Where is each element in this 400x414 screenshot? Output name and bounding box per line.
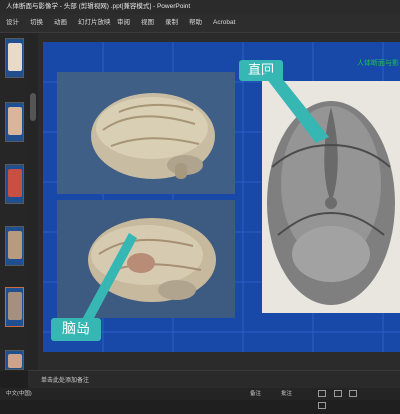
notes-placeholder[interactable]: 单击此处添加备注	[41, 375, 89, 384]
thumbnail-scrollbar[interactable]	[28, 33, 38, 370]
comments-button[interactable]: 批注	[281, 388, 292, 400]
slide-sorter-icon[interactable]	[333, 390, 342, 397]
window-title: 人体断面与影像学 - 头部 (剪辑视网) .ppt[兼容模式] - PowerP…	[6, 3, 191, 10]
normal-view-icon[interactable]	[318, 390, 326, 397]
tab-transitions[interactable]: 切换	[30, 14, 43, 32]
status-bar: 中文(中国) 备注 批注	[0, 388, 400, 409]
view-buttons	[318, 390, 378, 409]
tab-record[interactable]: 录制	[165, 14, 178, 32]
tab-slideshow[interactable]: 幻灯片放映	[78, 14, 111, 32]
slide-canvas[interactable]: 人体断面与影 直回 脑岛	[43, 42, 400, 352]
slide-thumbnail[interactable]	[5, 102, 24, 142]
title-bar: 人体断面与影像学 - 头部 (剪辑视网) .ppt[兼容模式] - PowerP…	[0, 0, 400, 14]
brain-base-diagram	[262, 81, 400, 313]
tab-acrobat[interactable]: Acrobat	[213, 14, 235, 32]
label-straight-gyrus: 直回	[239, 60, 283, 81]
tab-help[interactable]: 帮助	[189, 14, 202, 32]
label-insula: 脑岛	[51, 318, 101, 341]
slide-thumbnail[interactable]	[5, 38, 24, 78]
slideshow-icon[interactable]	[318, 402, 326, 409]
slide-header-text: 人体断面与影	[357, 60, 399, 67]
scrollbar-thumb[interactable]	[30, 93, 36, 121]
brain-photo-insula	[57, 200, 235, 318]
notes-pane[interactable]: 单击此处添加备注	[28, 370, 400, 389]
language-indicator: 中文(中国)	[6, 391, 32, 397]
slide-thumbnail[interactable]	[5, 226, 24, 266]
tab-view[interactable]: 视图	[141, 14, 154, 32]
ribbon-tabs: 设计 切换 动画 幻灯片放映 审阅 视图 录制 帮助 Acrobat	[0, 14, 400, 33]
tab-animations[interactable]: 动画	[54, 14, 67, 32]
tab-review[interactable]: 审阅	[117, 14, 130, 32]
slide-thumbnail[interactable]	[5, 350, 24, 370]
slide-thumbnail-selected[interactable]	[5, 287, 24, 327]
slide-thumbnail-pane	[0, 33, 28, 371]
notes-button[interactable]: 备注	[250, 388, 261, 400]
slide-thumbnail[interactable]	[5, 164, 24, 204]
reading-view-icon[interactable]	[349, 390, 358, 397]
tab-design[interactable]: 设计	[6, 14, 19, 32]
brain-photo-lateral	[57, 72, 235, 194]
